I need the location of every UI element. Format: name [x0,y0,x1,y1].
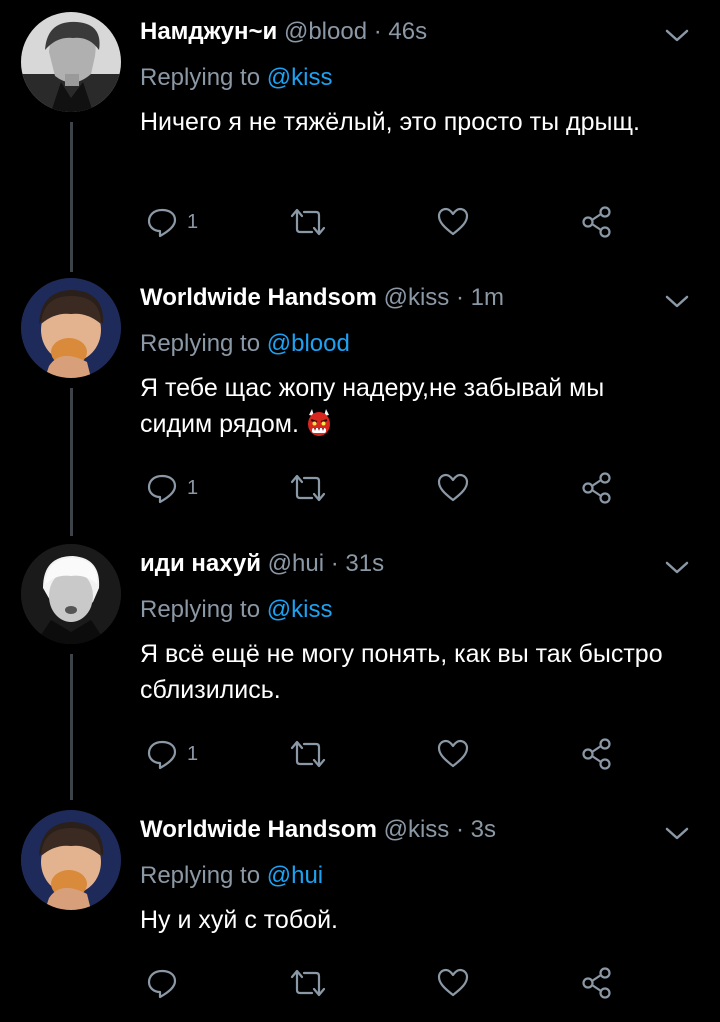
chevron-down-icon[interactable] [662,288,692,314]
eating-portrait-avatar [21,810,121,910]
reply-handle-link[interactable]: @kiss [267,64,333,91]
replying-to: Replying to @blood [140,326,350,362]
tweet[interactable]: иди нахуй @hui · 31s Replying to @kiss Я… [0,532,720,797]
heart-icon [437,968,469,997]
share-icon [582,472,611,504]
tweet-header: иди нахуй @hui · 31s [140,546,384,582]
like-button[interactable] [436,471,472,505]
tweet-text: Я всё ещё не могу понять, как вы так быс… [140,640,663,704]
tweet-text-container: Я тебе щас жопу надеру,не забывай мы сид… [140,370,680,442]
user-handle[interactable]: @kiss [384,284,450,311]
timestamp[interactable]: 1m [471,284,504,311]
timestamp[interactable]: 3s [471,816,496,843]
retweet-icon [290,474,326,502]
separator-dot: · [373,18,382,45]
chevron-down-icon[interactable] [662,554,692,580]
reply-count: 1 [187,743,199,765]
reply-handle-link[interactable]: @hui [267,862,323,889]
separator-dot: · [455,816,464,843]
reply-handle-link[interactable]: @blood [267,330,350,357]
user-handle[interactable]: @blood [284,18,367,45]
replying-to: Replying to @kiss [140,592,332,628]
avatar[interactable] [21,544,121,644]
display-name[interactable]: Worldwide Handsom [140,284,377,311]
reply-handle-link[interactable]: @kiss [267,596,333,623]
reply-icon [147,969,177,999]
retweet-button[interactable] [288,471,328,505]
share-button[interactable] [580,471,614,505]
heart-icon [437,207,469,236]
replying-to-label: Replying to [140,64,261,91]
tweet-header: Worldwide Handsom @kiss · 3s [140,812,496,848]
reply-count: 1 [187,211,199,233]
timestamp[interactable]: 46s [388,18,427,45]
share-button[interactable] [580,966,614,1000]
tweet-header: Worldwide Handsom @kiss · 1m [140,280,504,316]
reply-button[interactable] [145,966,215,1000]
chevron-down-icon[interactable] [662,22,692,48]
replying-to-label: Replying to [140,596,261,623]
grayscale-portrait-avatar [21,544,121,644]
tweet-header: Намджун~и @blood · 46s [140,14,427,50]
share-icon [582,738,611,770]
retweet-icon [290,740,326,768]
reply-icon [147,208,177,238]
separator-dot: · [455,284,464,311]
reply-icon [147,474,177,504]
avatar[interactable] [21,12,121,112]
display-name[interactable]: иди нахуй [140,550,261,577]
chevron-down-icon[interactable] [662,820,692,846]
heart-icon [437,739,469,768]
replying-to: Replying to @hui [140,858,323,894]
user-handle[interactable]: @kiss [384,816,450,843]
tweet[interactable]: Намджун~и @blood · 46s Replying to @kiss… [0,0,720,265]
like-button[interactable] [436,737,472,771]
grayscale-portrait-avatar [21,12,121,112]
tweet-text: Я тебе щас жопу надеру,не забывай мы сид… [140,374,605,438]
heart-icon [437,473,469,502]
retweet-button[interactable] [288,966,328,1000]
reply-icon [147,740,177,770]
display-name[interactable]: Worldwide Handsom [140,816,377,843]
tweet[interactable]: Worldwide Handsom @kiss · 1m Replying to… [0,266,720,531]
replying-to-label: Replying to [140,862,261,889]
replying-to: Replying to @kiss [140,60,332,96]
share-icon [582,206,611,238]
like-button[interactable] [436,966,472,1000]
separator-dot: · [330,550,339,577]
avatar[interactable] [21,810,121,910]
tweet-text: Ничего я не тяжёлый, это просто ты дрыщ. [140,108,640,136]
retweet-button[interactable] [288,205,328,239]
japanese-ogre-emoji [307,409,330,436]
share-button[interactable] [580,737,614,771]
like-button[interactable] [436,205,472,239]
eating-portrait-avatar [21,278,121,378]
tweet-text: Ну и хуй с тобой. [140,906,338,934]
retweet-icon [290,969,326,997]
share-icon [582,967,611,999]
tweet[interactable]: Worldwide Handsom @kiss · 3s Replying to… [0,798,720,1022]
avatar[interactable] [21,278,121,378]
user-handle[interactable]: @hui [268,550,324,577]
retweet-button[interactable] [288,737,328,771]
reply-button[interactable]: 1 [145,737,215,771]
reply-button[interactable]: 1 [145,471,215,505]
reply-count: 1 [187,477,199,499]
timestamp[interactable]: 31s [345,550,384,577]
replying-to-label: Replying to [140,330,261,357]
share-button[interactable] [580,205,614,239]
reply-button[interactable]: 1 [145,205,215,239]
display-name[interactable]: Намджун~и [140,18,277,45]
retweet-icon [290,208,326,236]
